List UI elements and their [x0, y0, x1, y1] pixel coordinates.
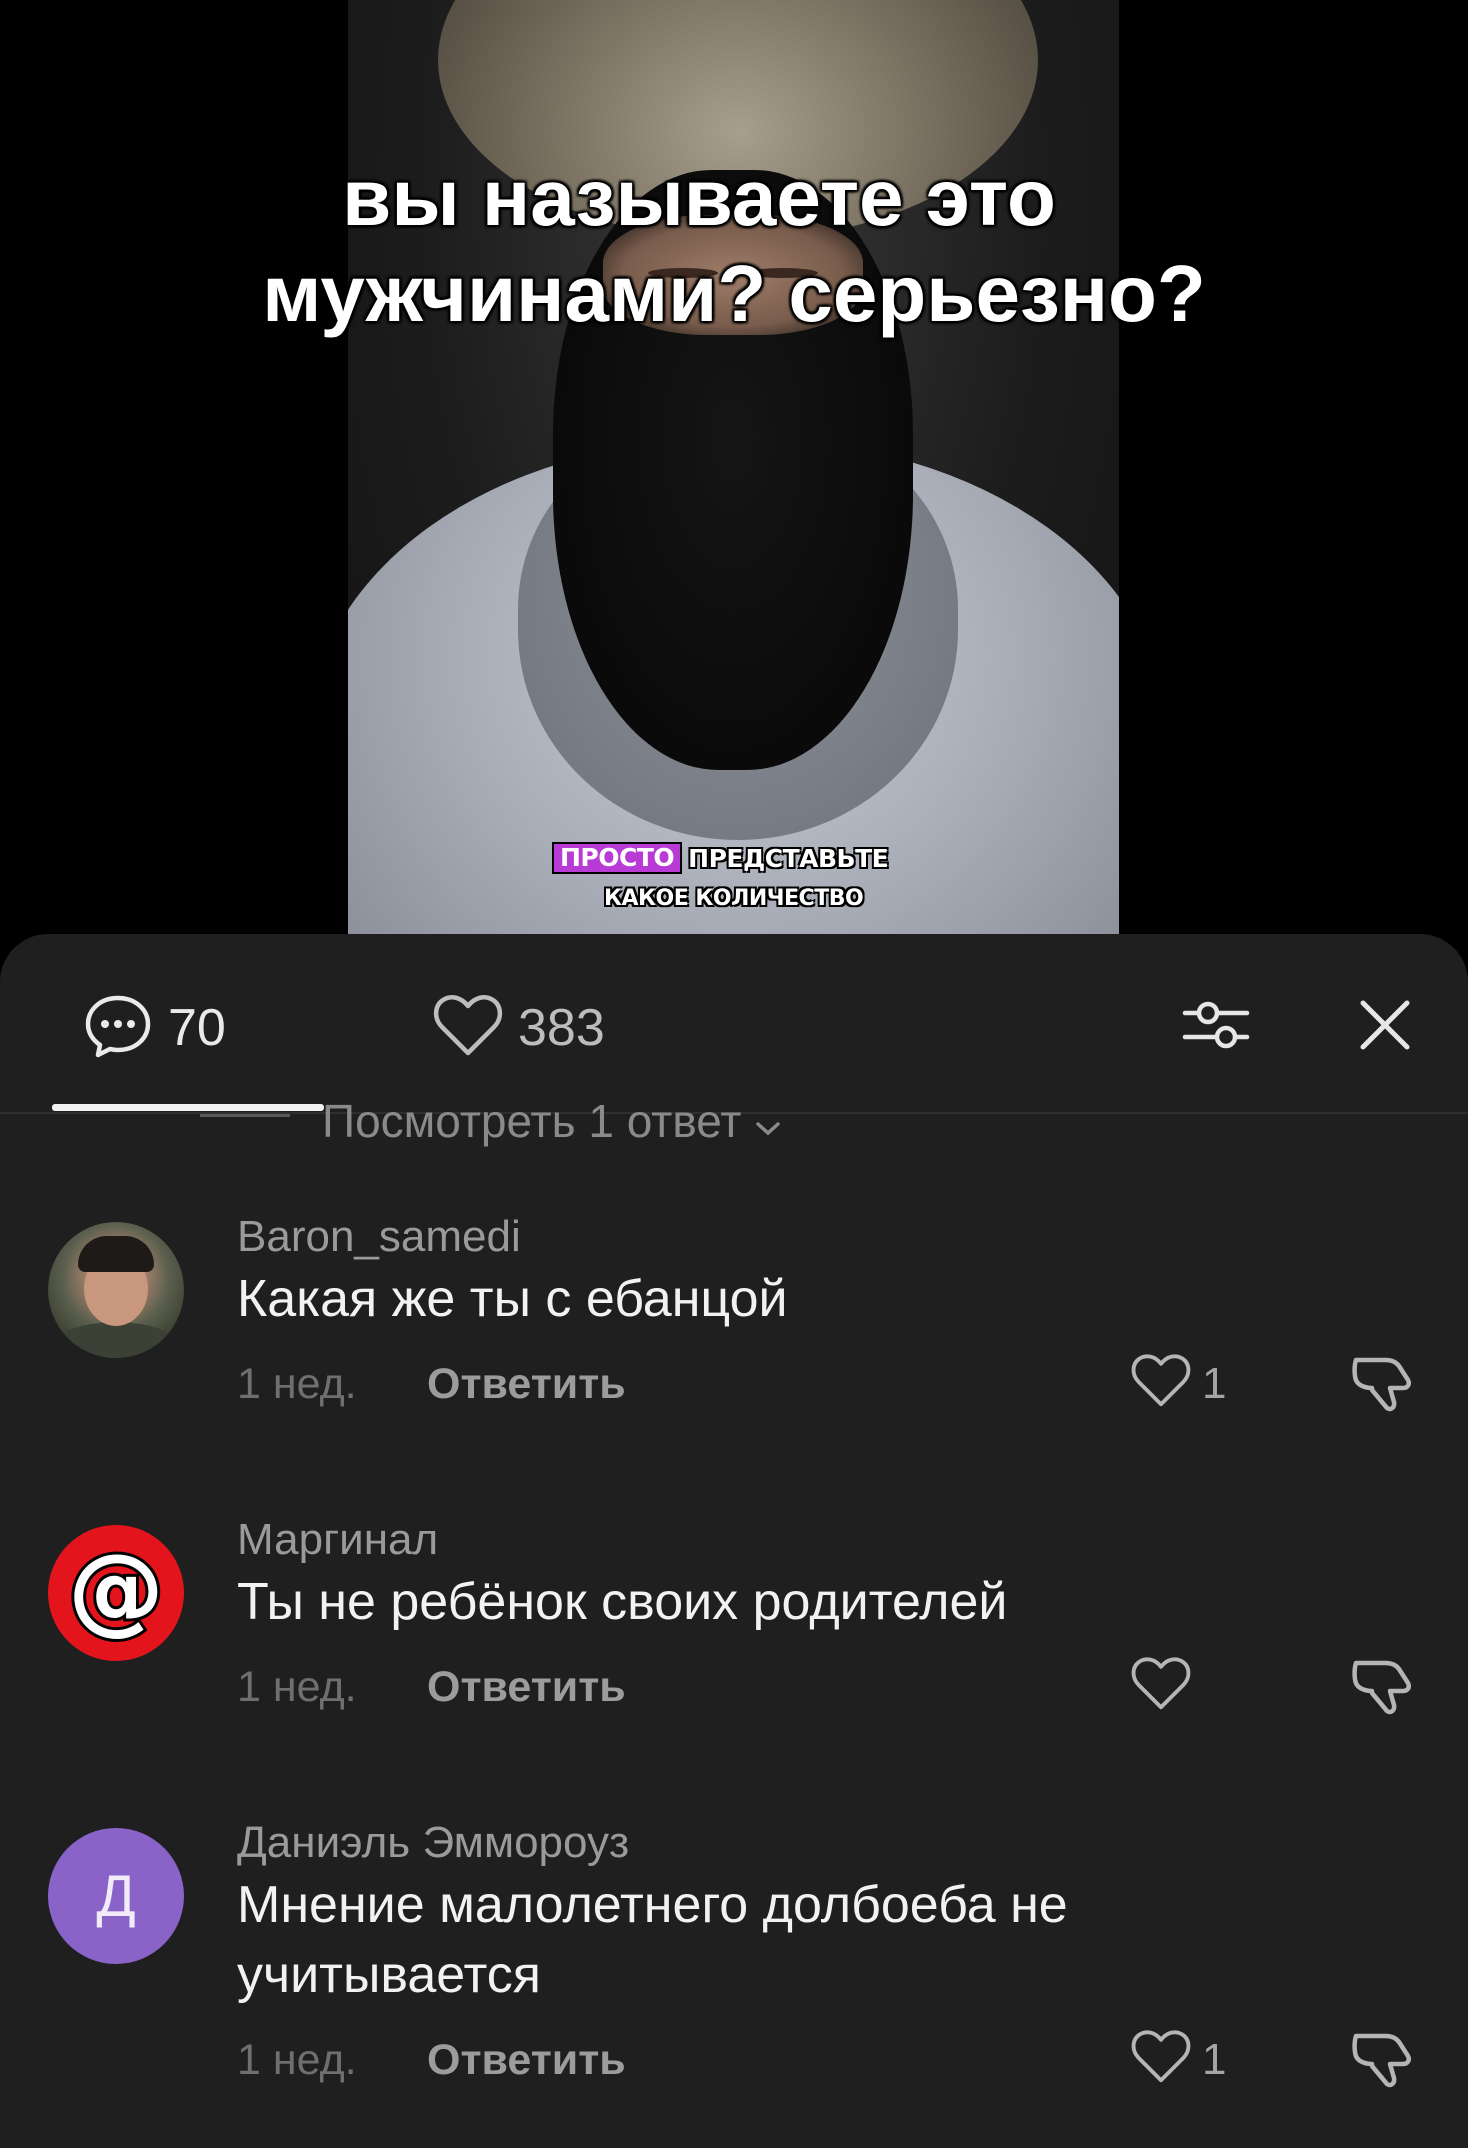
heart-icon	[1130, 1352, 1192, 1415]
comment-like-button[interactable]	[1130, 1655, 1202, 1718]
comment-bubble-icon	[82, 992, 154, 1065]
comments-sheet: 70 383 Посмотреть 1 ответ Baron_samedi К…	[0, 934, 1468, 2148]
thumbs-down-icon	[1348, 2033, 1414, 2096]
comment-time: 1 нед.	[237, 1360, 357, 1408]
comment-username[interactable]: Baron_samedi	[237, 1212, 521, 1262]
video-overlay-title: вы называете это мужчинами? серьезно?	[0, 150, 1468, 342]
replies-connector-line	[200, 1114, 290, 1117]
thumbs-down-icon	[1348, 1357, 1414, 1420]
view-replies-label: Посмотреть 1 ответ	[322, 1104, 742, 1147]
comment-text: Ты не ребёнок своих родителей	[237, 1573, 1008, 1631]
comment-item: Д Даниэль Эммороуз Мнение малолетнего до…	[0, 1818, 1468, 2148]
comments-sheet-header: 70 383	[0, 934, 1468, 1112]
avatar[interactable]	[48, 1222, 184, 1358]
filter-sliders-icon	[1181, 993, 1253, 1062]
avatar-letter: Д	[96, 1863, 136, 1929]
subtitle-word: ПРЕДСТАВЬТЕ	[688, 843, 889, 873]
comment-text: Какая же ты с ебанцой	[237, 1270, 788, 1328]
comments-count: 70	[168, 999, 226, 1057]
comment-like-count: 1	[1202, 2034, 1227, 2084]
avatar-glyph: @	[68, 1536, 164, 1645]
active-tab-indicator	[52, 1104, 324, 1111]
chevron-down-icon	[755, 1104, 781, 1141]
comment-meta: 1 нед. Ответить	[237, 2036, 626, 2085]
reply-button[interactable]: Ответить	[427, 2036, 626, 2085]
reply-button[interactable]: Ответить	[427, 1360, 626, 1409]
heart-icon	[432, 993, 504, 1064]
tab-likes[interactable]: 383	[432, 992, 605, 1064]
avatar[interactable]: Д	[48, 1828, 184, 1964]
comment-username[interactable]: Даниэль Эммороуз	[237, 1818, 629, 1868]
comment-time: 1 нед.	[237, 1663, 357, 1711]
close-button[interactable]	[1340, 982, 1430, 1072]
comment-username[interactable]: Маргинал	[237, 1515, 438, 1565]
video-subtitle-line-2: КАКОЕ КОЛИЧЕСТВО	[604, 886, 864, 911]
comment-item: Baron_samedi Какая же ты с ебанцой 1 нед…	[0, 1212, 1468, 1514]
view-replies-link[interactable]: Посмотреть 1 ответ	[322, 1104, 781, 1152]
comment-text: Мнение малолетнего долбоеба не учитывает…	[237, 1876, 1068, 2004]
comment-item: @ Маргинал Ты не ребёнок своих родителей…	[0, 1515, 1468, 1817]
heart-icon	[1130, 1655, 1192, 1718]
comment-dislike-button[interactable]	[1348, 1653, 1414, 1724]
subtitle-highlight-word: ПРОСТО	[552, 842, 683, 874]
comment-dislike-button[interactable]	[1348, 1350, 1414, 1421]
comment-meta: 1 нед. Ответить	[237, 1360, 626, 1409]
video-player[interactable]: вы называете это мужчинами? серьезно? ПР…	[0, 0, 1468, 940]
video-subtitle-line-1: ПРОСТО ПРЕДСТАВЬТЕ	[552, 842, 889, 874]
avatar[interactable]: @	[48, 1525, 184, 1661]
avatar-photo-shirt	[48, 1322, 184, 1358]
video-frame	[348, 0, 1119, 940]
likes-count: 383	[518, 999, 605, 1057]
heart-icon	[1130, 2028, 1192, 2091]
close-icon	[1357, 997, 1413, 1058]
at-sign-logo-icon: @	[61, 1530, 171, 1651]
avatar-photo-hair	[78, 1236, 154, 1272]
overlay-title-line-2: мужчинами? серьезно?	[262, 249, 1206, 338]
overlay-title-line-1: вы называете это	[342, 153, 1056, 242]
tab-comments[interactable]: 70	[82, 992, 226, 1064]
comment-like-button[interactable]: 1	[1130, 1352, 1226, 1415]
filter-button[interactable]	[1172, 982, 1262, 1072]
comment-time: 1 нед.	[237, 2036, 357, 2084]
comment-meta: 1 нед. Ответить	[237, 1663, 626, 1712]
thumbs-down-icon	[1348, 1660, 1414, 1723]
comment-like-count: 1	[1202, 1358, 1227, 1408]
reply-button[interactable]: Ответить	[427, 1663, 626, 1712]
comment-dislike-button[interactable]	[1348, 2026, 1414, 2097]
comment-like-button[interactable]: 1	[1130, 2028, 1226, 2091]
